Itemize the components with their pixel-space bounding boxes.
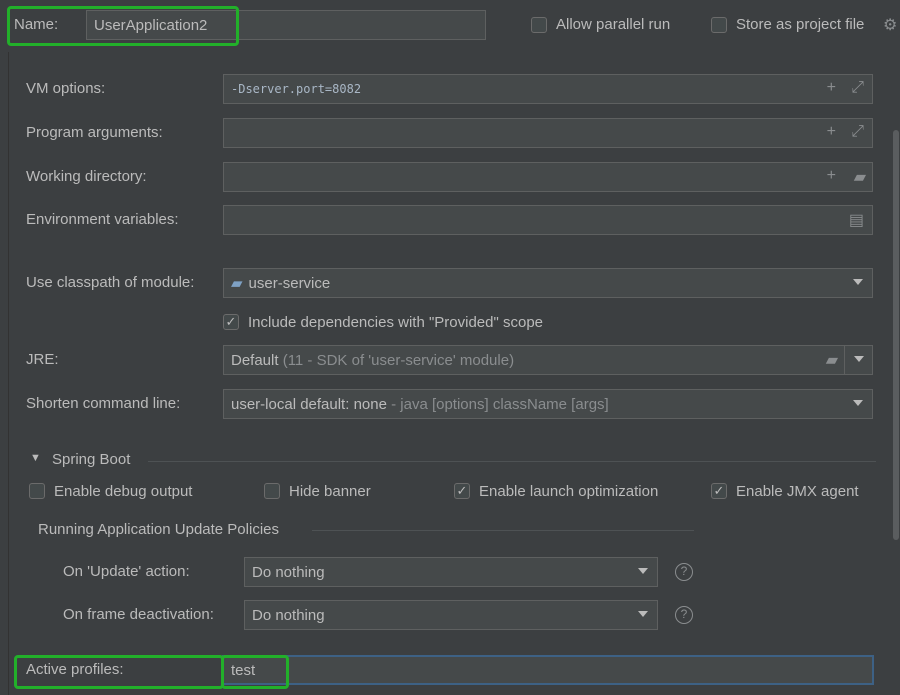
- vm-options-value: -Dserver.port=8082: [231, 82, 362, 96]
- on-frame-deactivation-value: Do nothing: [252, 606, 325, 624]
- classpath-module-select[interactable]: ▰ user-service: [223, 268, 873, 298]
- jre-input[interactable]: Default (11 - SDK of 'user-service' modu…: [223, 345, 845, 375]
- classpath-module-label: Use classpath of module:: [26, 274, 195, 291]
- on-update-select[interactable]: Do nothing: [244, 557, 658, 587]
- divider: [148, 461, 876, 462]
- chevron-down-icon: [638, 568, 648, 574]
- debug-output-label: Enable debug output: [54, 483, 193, 500]
- hide-banner-label: Hide banner: [289, 483, 371, 500]
- expand-icon[interactable]: ⤢: [851, 123, 864, 141]
- name-highlight: [7, 6, 239, 46]
- include-provided-checkbox[interactable]: ✓: [223, 314, 239, 330]
- active-profiles-label-highlight: [14, 655, 224, 689]
- hide-banner-checkbox[interactable]: [264, 483, 280, 499]
- folder-icon[interactable]: ▰: [854, 167, 866, 187]
- chevron-down-icon: [853, 400, 863, 406]
- classpath-module-value: user-service: [248, 274, 331, 292]
- help-icon[interactable]: ?: [675, 563, 693, 581]
- chevron-down-icon: [854, 356, 864, 362]
- environment-variables-label: Environment variables:: [26, 211, 179, 228]
- jmx-agent-checkbox[interactable]: ✓: [711, 483, 727, 499]
- plus-icon[interactable]: +: [827, 123, 836, 141]
- debug-output-checkbox[interactable]: [29, 483, 45, 499]
- update-policies-title: Running Application Update Policies: [38, 521, 279, 538]
- plus-icon[interactable]: +: [827, 167, 836, 185]
- shorten-hint: - java [options] className [args]: [391, 395, 609, 413]
- jre-dropdown-button[interactable]: [844, 345, 873, 375]
- vm-options-label: VM options:: [26, 80, 106, 97]
- environment-variables-input[interactable]: ▤: [223, 205, 873, 235]
- shorten-command-line-label: Shorten command line:: [26, 395, 181, 412]
- launch-optimization-checkbox[interactable]: ✓: [454, 483, 470, 499]
- program-arguments-label: Program arguments:: [26, 124, 163, 141]
- on-update-label: On 'Update' action:: [63, 563, 190, 580]
- launch-optimization-label: Enable launch optimization: [479, 483, 659, 500]
- scrollbar[interactable]: [893, 130, 899, 540]
- collapse-triangle-icon[interactable]: ▼: [30, 452, 41, 464]
- active-profiles-value-highlight: [221, 655, 289, 689]
- document-icon[interactable]: ▤: [849, 210, 864, 230]
- include-provided-label: Include dependencies with "Provided" sco…: [248, 314, 544, 331]
- on-update-value: Do nothing: [252, 563, 325, 581]
- jre-value: Default: [231, 351, 279, 369]
- working-directory-input[interactable]: + ▰: [223, 162, 873, 192]
- allow-parallel-run-label: Allow parallel run: [556, 16, 671, 33]
- active-profiles-input[interactable]: test: [222, 655, 874, 685]
- spring-boot-title: Spring Boot: [52, 451, 131, 468]
- store-project-file-checkbox[interactable]: [711, 17, 727, 33]
- shorten-value: user-local default: none: [231, 395, 387, 413]
- help-icon[interactable]: ?: [675, 606, 693, 624]
- store-project-file-label: Store as project file: [736, 16, 865, 33]
- folder-icon[interactable]: ▰: [826, 350, 838, 370]
- on-frame-deactivation-label: On frame deactivation:: [63, 606, 214, 623]
- gear-icon[interactable]: ⚙: [883, 15, 897, 35]
- expand-icon[interactable]: ⤢: [851, 79, 864, 97]
- program-arguments-input[interactable]: + ⤢: [223, 118, 873, 148]
- jmx-agent-label: Enable JMX agent: [736, 483, 859, 500]
- panel-border: [8, 52, 9, 695]
- chevron-down-icon: [853, 279, 863, 285]
- working-directory-label: Working directory:: [26, 168, 147, 185]
- jre-hint: (11 - SDK of 'user-service' module): [282, 351, 515, 369]
- vm-options-input[interactable]: -Dserver.port=8082 + ⤢: [223, 74, 873, 104]
- on-frame-deactivation-select[interactable]: Do nothing: [244, 600, 658, 630]
- chevron-down-icon: [638, 611, 648, 617]
- shorten-command-line-select[interactable]: user-local default: none - java [options…: [223, 389, 873, 419]
- allow-parallel-run-checkbox[interactable]: [531, 17, 547, 33]
- divider: [312, 530, 694, 531]
- module-folder-icon: ▰: [231, 275, 243, 292]
- plus-icon[interactable]: +: [827, 79, 836, 97]
- jre-label: JRE:: [26, 351, 59, 368]
